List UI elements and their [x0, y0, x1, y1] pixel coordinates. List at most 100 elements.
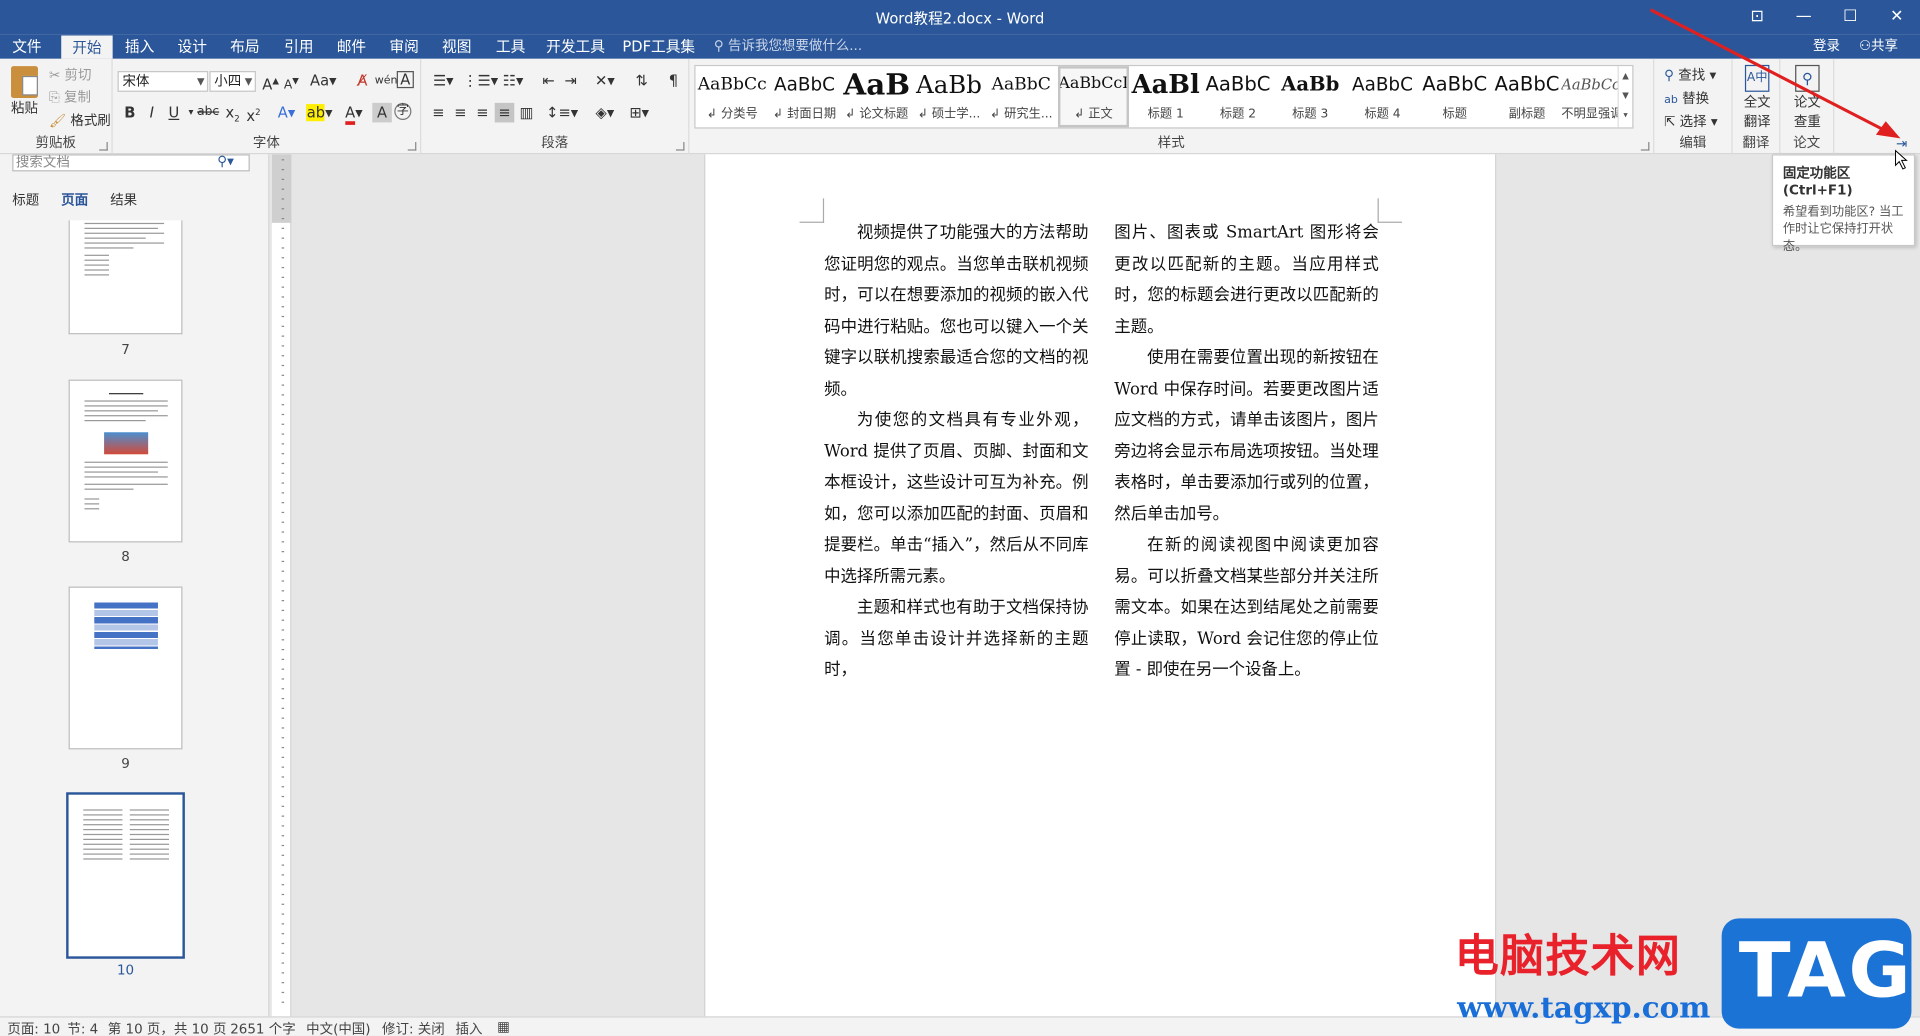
clear-format-icon[interactable]: A̸ — [353, 71, 373, 91]
page-thumbnail[interactable] — [68, 586, 183, 750]
line-spacing-icon[interactable]: ↕≡▾ — [546, 103, 578, 123]
text-column-1[interactable]: 视频提供了功能强大的方法帮助您证明您的观点。当您单击联机视频时，可以在想要添加的… — [824, 218, 1088, 686]
style-item[interactable]: AaBbC 标题 2 — [1202, 66, 1273, 127]
align-center-icon[interactable]: ≡ — [451, 103, 471, 123]
tab-pages[interactable]: 页面 — [61, 190, 88, 210]
shrink-font-icon[interactable]: A▼ — [282, 71, 302, 92]
status-page[interactable]: 页面: 10 — [7, 1019, 60, 1036]
tab-home[interactable]: 开始 — [61, 35, 113, 59]
align-right-icon[interactable]: ≡ — [473, 103, 493, 123]
phonetic-guide-icon[interactable]: wén — [375, 71, 398, 91]
font-launcher[interactable] — [407, 142, 417, 151]
status-language[interactable]: 中文(中国) — [306, 1019, 370, 1036]
status-word-count[interactable]: 2651 个字 — [230, 1019, 296, 1036]
vertical-ruler[interactable] — [271, 154, 292, 1017]
style-item[interactable]: AaBb ↲ 硕士学... — [913, 66, 984, 127]
ribbon-display-options-button[interactable]: ⊡ — [1734, 0, 1781, 34]
clipboard-launcher[interactable] — [99, 142, 108, 151]
tab-references[interactable]: 引用 — [277, 34, 321, 58]
font-color-icon[interactable]: A▾ — [340, 103, 367, 125]
text-effects-icon[interactable]: A▾ — [273, 103, 300, 123]
full-translate-button[interactable]: A中 全文 翻译 — [1738, 64, 1777, 131]
style-item[interactable]: AaB ↲ 论文标题 — [841, 66, 912, 127]
status-track-changes[interactable]: 修订: 关闭 — [382, 1019, 445, 1036]
superscript-icon[interactable]: x2 — [244, 103, 264, 125]
show-marks-icon[interactable]: ¶ — [664, 71, 684, 91]
bullets-icon[interactable]: ☰▾ — [429, 71, 458, 91]
pin-ribbon-icon[interactable]: ⇥ — [1892, 136, 1912, 153]
text-column-2[interactable]: 图片、图表或 SmartArt 图形将会更改以匹配新的主题。当应用样式时，您的标… — [1114, 218, 1378, 686]
tab-headings[interactable]: 标题 — [12, 190, 39, 210]
tab-insert[interactable]: 插入 — [118, 34, 162, 58]
style-item[interactable]: AaBbC ↲ 研究生... — [986, 66, 1057, 127]
style-item-selected[interactable]: AaBbCcI ↲ 正文 — [1057, 66, 1129, 128]
style-item[interactable]: AaBb 标题 3 — [1275, 66, 1346, 127]
tab-design[interactable]: 设计 — [170, 34, 214, 58]
replace-button[interactable]: ab 替换 — [1664, 88, 1709, 108]
tab-pdf-tools[interactable]: PDF工具集 — [622, 34, 695, 58]
subscript-icon[interactable]: x2 — [223, 103, 243, 124]
decrease-indent-icon[interactable]: ⇤ — [539, 71, 559, 91]
font-size-combo[interactable]: 小四 ▼ — [209, 71, 256, 92]
tab-file[interactable]: 文件 — [5, 34, 49, 58]
tab-layout[interactable]: 布局 — [223, 34, 267, 58]
close-button[interactable]: ✕ — [1873, 0, 1920, 34]
style-item[interactable]: AaBbC 副标题 — [1491, 66, 1562, 127]
increase-indent-icon[interactable]: ⇥ — [561, 71, 581, 91]
distributed-icon[interactable]: ▥ — [517, 103, 537, 123]
style-item[interactable]: AaBbC ↲ 封面日期 — [769, 66, 840, 127]
font-name-combo[interactable]: 宋体 ▼ — [117, 71, 209, 92]
align-left-icon[interactable]: ≡ — [429, 103, 449, 123]
page-thumbnail-selected[interactable] — [66, 792, 185, 959]
shading-icon[interactable]: ◈▾ — [590, 103, 619, 123]
search-documents-input[interactable]: 搜索文档 ⚲▾ — [12, 154, 250, 172]
tab-view[interactable]: 视图 — [435, 34, 479, 58]
enclose-char-icon[interactable]: 字 — [394, 102, 412, 121]
login-link[interactable]: 登录 — [1813, 38, 1840, 54]
bold-icon[interactable]: B — [120, 103, 140, 123]
italic-icon[interactable]: I — [142, 103, 162, 123]
tab-mailings[interactable]: 邮件 — [329, 34, 373, 58]
status-insert-mode[interactable]: 插入 — [456, 1019, 483, 1036]
multilevel-list-icon[interactable]: ☷▾ — [497, 71, 529, 91]
tab-review[interactable]: 审阅 — [382, 34, 426, 58]
maximize-button[interactable]: ☐ — [1827, 0, 1874, 34]
paper-check-button[interactable]: ⚲ 论文 查重 — [1788, 64, 1827, 131]
highlight-icon[interactable]: ab▾ — [306, 103, 333, 123]
status-section[interactable]: 节: 4 — [67, 1019, 98, 1036]
tab-results[interactable]: 结果 — [110, 190, 137, 210]
tell-me-box[interactable]: ⚲ 告诉我您想要做什么... — [714, 34, 862, 58]
tab-tools[interactable]: 工具 — [489, 34, 533, 58]
paste-button[interactable]: 粘贴 — [7, 66, 41, 117]
change-case-icon[interactable]: Aa▾ — [309, 71, 338, 91]
share-button[interactable]: ⚇共享 — [1859, 38, 1898, 54]
page-thumbnail[interactable] — [68, 220, 183, 335]
sort-icon[interactable]: ⇅ — [632, 71, 652, 91]
minimize-button[interactable]: — — [1780, 0, 1827, 34]
style-item[interactable]: AaBbC 标题 — [1419, 66, 1490, 127]
status-page-count[interactable]: 第 10 页，共 10 页 — [108, 1019, 227, 1036]
style-item[interactable]: AaBbCcI 不明显强调 — [1561, 66, 1617, 127]
macro-icon[interactable]: ▦ — [497, 1019, 510, 1035]
paragraph-launcher[interactable] — [675, 142, 685, 151]
char-border-icon[interactable]: A — [396, 71, 414, 89]
borders-icon[interactable]: ⊞▾ — [624, 103, 653, 123]
find-button[interactable]: ⚲ 查找 ▾ — [1664, 65, 1716, 85]
styles-launcher[interactable] — [1640, 142, 1650, 151]
chevron-up-icon[interactable]: ▲ — [1619, 66, 1632, 86]
asian-layout-icon[interactable]: ✕▾ — [590, 71, 619, 91]
strikethrough-icon[interactable]: abc — [196, 103, 220, 123]
more-icon[interactable]: ▾ — [1619, 105, 1632, 125]
char-shading-icon[interactable]: A — [372, 102, 392, 123]
search-icon[interactable]: ⚲▾ — [217, 154, 234, 169]
document-page[interactable]: 视频提供了功能强大的方法帮助您证明您的观点。当您单击联机视频时，可以在想要添加的… — [704, 154, 1497, 1017]
cut-button[interactable]: ✂ 剪切 — [49, 65, 92, 85]
style-item[interactable]: AaBbC 标题 4 — [1347, 66, 1418, 127]
copy-button[interactable]: ⎘ 复制 — [49, 87, 91, 107]
tab-developer[interactable]: 开发工具 — [544, 34, 608, 58]
page-thumbnail[interactable] — [68, 379, 183, 543]
format-painter-button[interactable]: 🖌 格式刷 — [49, 110, 111, 130]
style-item[interactable]: AaBbCc ↲ 分类号 — [697, 66, 768, 127]
style-item[interactable]: AaBl 标题 1 — [1130, 66, 1201, 127]
numbering-icon[interactable]: ⋮☰▾ — [463, 71, 498, 91]
